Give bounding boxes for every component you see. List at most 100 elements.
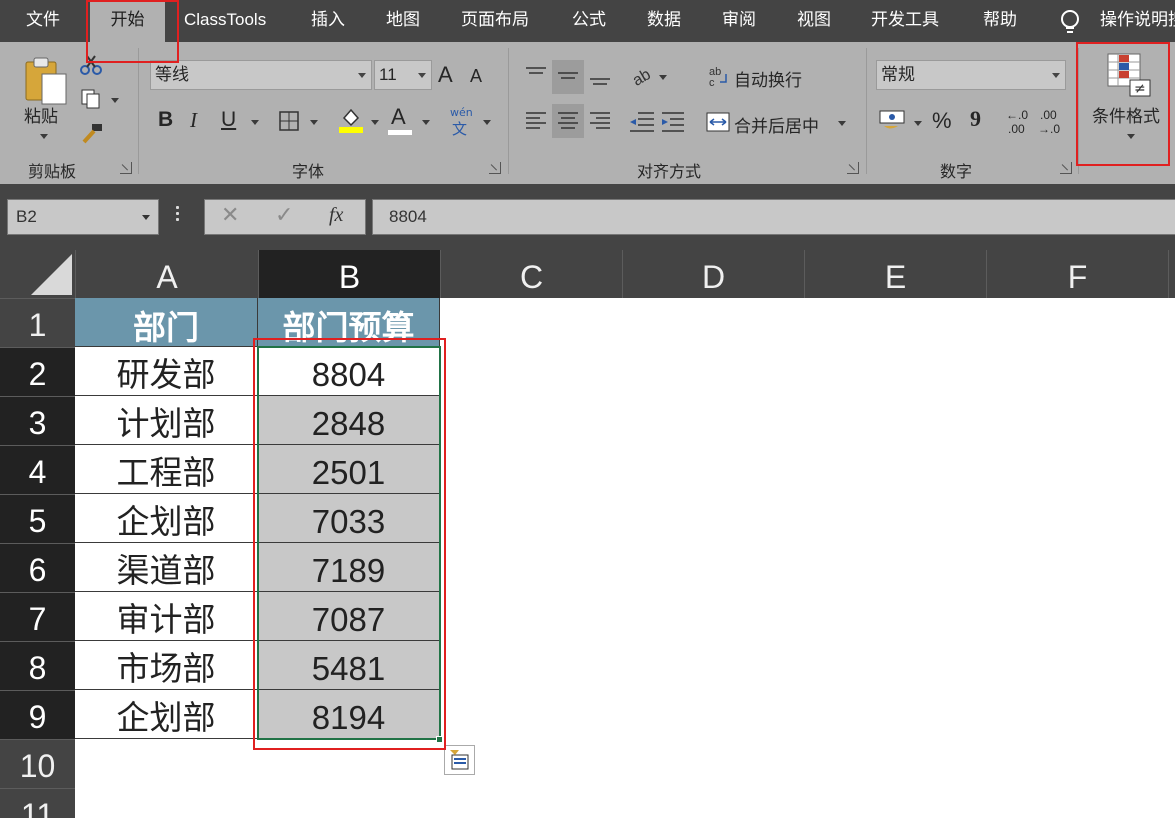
merge-center-icon[interactable] — [706, 110, 730, 134]
font-name-combo[interactable]: 等线 — [150, 60, 372, 90]
cut-icon[interactable] — [80, 54, 102, 76]
merge-center-dropdown-arrow[interactable] — [838, 121, 846, 126]
wrap-text-button[interactable]: 自动换行 — [734, 66, 802, 91]
decrease-decimal-button[interactable]: →.0 — [1038, 122, 1060, 136]
column-header-d[interactable]: D — [622, 250, 804, 298]
row-header-3[interactable]: 3 — [0, 396, 75, 445]
orientation-dropdown-arrow[interactable] — [659, 75, 667, 80]
decrease-decimal-top[interactable]: .00 — [1040, 108, 1057, 122]
paste-icon[interactable] — [24, 56, 70, 106]
phonetic-dropdown-arrow[interactable] — [483, 120, 491, 125]
column-header-a[interactable]: A — [75, 250, 258, 298]
column-header-g[interactable] — [1168, 250, 1175, 298]
fill-handle[interactable] — [436, 736, 443, 743]
department-cell[interactable]: 审计部 — [75, 592, 258, 641]
fill-color-icon[interactable] — [338, 106, 364, 134]
tab-view[interactable]: 视图 — [797, 0, 831, 42]
copy-dropdown-arrow[interactable] — [111, 98, 119, 103]
underline-dropdown-arrow[interactable] — [251, 120, 259, 125]
tab-insert[interactable]: 插入 — [311, 0, 345, 42]
row-header-9[interactable]: 9 — [0, 690, 75, 739]
tab-formulas[interactable]: 公式 — [572, 0, 606, 42]
column-header-c[interactable]: C — [440, 250, 622, 298]
tab-help[interactable]: 帮助 — [983, 0, 1017, 42]
formula-input[interactable]: 8804 — [372, 199, 1175, 235]
department-cell[interactable]: 工程部 — [75, 445, 258, 494]
accounting-dropdown-arrow[interactable] — [914, 121, 922, 126]
phonetic-button[interactable]: 文 — [452, 118, 467, 139]
borders-icon[interactable] — [278, 110, 300, 132]
row-header-6[interactable]: 6 — [0, 543, 75, 592]
font-color-dropdown-arrow[interactable] — [422, 120, 430, 125]
budget-cell[interactable]: 7087 — [258, 592, 440, 641]
enter-entry-icon[interactable]: ✓ — [275, 203, 293, 228]
tab-data[interactable]: 数据 — [647, 0, 681, 42]
tab-developer[interactable]: 开发工具 — [871, 0, 939, 42]
grow-font-button[interactable]: A — [438, 62, 453, 88]
shrink-font-button[interactable]: A — [470, 66, 482, 87]
row-header-8[interactable]: 8 — [0, 641, 75, 690]
budget-cell[interactable]: 7033 — [258, 494, 440, 543]
format-painter-icon[interactable] — [80, 122, 104, 144]
insert-function-button[interactable]: fx — [329, 204, 343, 227]
budget-cell-active[interactable]: 8804 — [258, 347, 440, 396]
orientation-icon[interactable]: ab — [630, 64, 658, 88]
column-header-f[interactable]: F — [986, 250, 1168, 298]
cancel-entry-icon[interactable]: ✕ — [221, 203, 239, 228]
quick-analysis-button[interactable] — [444, 745, 475, 775]
tab-home[interactable]: 开始 — [90, 0, 165, 42]
header-cell-department[interactable]: 部门 — [75, 298, 258, 347]
conditional-formatting-icon[interactable]: ≠ — [1106, 52, 1152, 98]
font-color-button[interactable]: A — [391, 104, 406, 130]
number-dialog-launcher[interactable] — [1060, 162, 1072, 174]
paste-dropdown-arrow[interactable] — [40, 134, 48, 139]
tab-map[interactable]: 地图 — [386, 0, 420, 42]
font-dialog-launcher[interactable] — [489, 162, 501, 174]
row-header-1[interactable]: 1 — [0, 298, 75, 347]
copy-icon[interactable] — [80, 88, 102, 110]
row-header-11[interactable]: 11 — [0, 788, 75, 818]
budget-cell[interactable]: 7189 — [258, 543, 440, 592]
paste-button[interactable]: 粘贴 — [24, 102, 58, 127]
budget-cell[interactable]: 2848 — [258, 396, 440, 445]
merge-center-button[interactable]: 合并后居中 — [734, 112, 819, 137]
alignment-dialog-launcher[interactable] — [847, 162, 859, 174]
bold-button[interactable]: B — [158, 108, 173, 132]
fill-color-dropdown-arrow[interactable] — [371, 120, 379, 125]
department-cell[interactable]: 渠道部 — [75, 543, 258, 592]
budget-cell[interactable]: 5481 — [258, 641, 440, 690]
department-cell[interactable]: 市场部 — [75, 641, 258, 690]
conditional-formatting-button[interactable]: 条件格式 — [1092, 102, 1160, 127]
row-header-10[interactable]: 10 — [0, 739, 75, 788]
wrap-text-icon[interactable]: ab c — [708, 64, 730, 88]
row-header-4[interactable]: 4 — [0, 445, 75, 494]
row-header-5[interactable]: 5 — [0, 494, 75, 543]
clipboard-dialog-launcher[interactable] — [120, 162, 132, 174]
formula-bar-grip-icon[interactable] — [176, 206, 180, 228]
tab-page-layout[interactable]: 页面布局 — [461, 0, 529, 42]
tab-file[interactable]: 文件 — [26, 0, 60, 42]
department-cell[interactable]: 企划部 — [75, 690, 258, 739]
select-all-button[interactable] — [0, 250, 75, 298]
indent-icons[interactable] — [628, 110, 688, 136]
underline-button[interactable]: U — [221, 108, 236, 132]
department-cell[interactable]: 研发部 — [75, 347, 258, 396]
horizontal-align-icons[interactable] — [524, 110, 620, 136]
accounting-format-icon[interactable] — [878, 108, 908, 132]
row-header-2[interactable]: 2 — [0, 347, 75, 396]
comma-style-button[interactable]: 9 — [970, 106, 981, 132]
column-header-e[interactable]: E — [804, 250, 986, 298]
tab-review[interactable]: 审阅 — [722, 0, 756, 42]
borders-dropdown-arrow[interactable] — [310, 120, 318, 125]
row-header-7[interactable]: 7 — [0, 592, 75, 641]
tab-classtools[interactable]: ClassTools — [184, 0, 266, 42]
budget-cell[interactable]: 2501 — [258, 445, 440, 494]
department-cell[interactable]: 计划部 — [75, 396, 258, 445]
header-cell-budget[interactable]: 部门预算 — [258, 298, 440, 347]
name-box[interactable]: B2 — [7, 199, 159, 235]
conditional-formatting-dropdown-arrow[interactable] — [1127, 134, 1135, 139]
increase-decimal-button[interactable]: .00 — [1008, 122, 1025, 136]
font-size-combo[interactable]: 11 — [374, 60, 432, 90]
column-header-b[interactable]: B — [258, 250, 440, 298]
increase-decimal-top[interactable]: ←.0 — [1006, 108, 1028, 122]
